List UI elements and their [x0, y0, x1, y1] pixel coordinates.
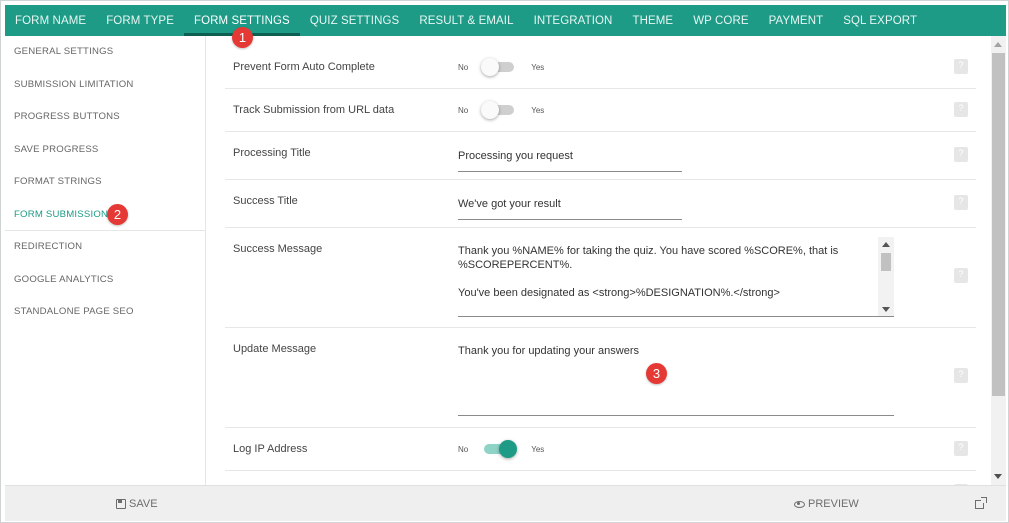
setting-row-processing-title: Processing Title Processing you request — [225, 132, 976, 180]
setting-label: Update Message — [233, 343, 317, 355]
prevent-autocomplete-toggle[interactable] — [481, 57, 517, 77]
tab-quiz-settings[interactable]: QUIZ SETTINGS — [300, 5, 409, 36]
textarea-scrollbar[interactable] — [878, 237, 894, 316]
toggle-no-label: No — [458, 105, 469, 115]
tab-wp-core[interactable]: WP CORE — [683, 5, 758, 36]
processing-title-input[interactable]: Processing you request — [458, 146, 682, 172]
scroll-up-arrow-icon[interactable] — [994, 42, 1002, 47]
preview-button[interactable]: PREVIEW — [794, 486, 859, 522]
setting-row-log-ip: Log IP Address No Yes — [225, 428, 976, 471]
preview-button-label: PREVIEW — [808, 498, 859, 510]
tab-form-name[interactable]: FORM NAME — [5, 5, 96, 36]
floppy-disk-icon — [116, 499, 126, 509]
top-nav: FORM NAME FORM TYPE FORM SETTINGS QUIZ S… — [5, 5, 1006, 36]
open-external-button[interactable] — [975, 486, 987, 522]
success-title-input[interactable]: We've got your result — [458, 194, 682, 220]
setting-label: Prevent Form Auto Complete — [233, 61, 375, 73]
toggle-yes-label: Yes — [531, 444, 545, 454]
success-message-textarea[interactable]: Thank you %NAME% for taking the quiz. Yo… — [458, 237, 894, 317]
setting-label: Processing Title — [233, 147, 311, 159]
help-icon[interactable] — [954, 268, 968, 283]
sidebar-item-save-progress[interactable]: SAVE PROGRESS — [5, 134, 205, 167]
help-icon[interactable] — [954, 102, 968, 117]
footer-bar: SAVE PREVIEW — [5, 485, 1006, 521]
help-icon[interactable] — [954, 59, 968, 74]
log-ip-toggle-group: No Yes — [458, 439, 544, 459]
scroll-down-arrow-icon[interactable] — [994, 474, 1002, 479]
setting-label: Log IP Address — [233, 443, 308, 455]
callout-badge-2: 2 — [107, 204, 128, 225]
toggle-no-label: No — [458, 62, 469, 72]
success-message-line: Thank you %NAME% for taking the quiz. Yo… — [458, 245, 839, 257]
tab-integration[interactable]: INTEGRATION — [524, 5, 623, 36]
scroll-thumb[interactable] — [881, 253, 891, 271]
tab-form-type[interactable]: FORM TYPE — [96, 5, 184, 36]
sidebar-item-general-settings[interactable]: GENERAL SETTINGS — [5, 36, 205, 69]
sidebar-item-form-submission[interactable]: FORM SUBMISSION — [5, 199, 205, 231]
success-message-line: You've been designated as <strong>%DESIG… — [458, 287, 780, 299]
scroll-thumb[interactable] — [992, 53, 1005, 396]
setting-row-track-url: Track Submission from URL data No Yes — [225, 89, 976, 132]
log-ip-toggle[interactable] — [481, 439, 518, 459]
sidebar-item-progress-buttons[interactable]: PROGRESS BUTTONS — [5, 101, 205, 134]
prevent-autocomplete-toggle-group: No Yes — [458, 57, 544, 77]
sidebar-item-format-strings[interactable]: FORMAT STRINGS — [5, 166, 205, 199]
settings-panel: Prevent Form Auto Complete No Yes Track … — [206, 36, 991, 485]
setting-row-prevent-autocomplete: Prevent Form Auto Complete No Yes — [225, 44, 976, 89]
sidebar-item-standalone-page-seo[interactable]: STANDALONE PAGE SEO — [5, 296, 205, 329]
setting-row-success-message: Success Message Thank you %NAME% for tak… — [225, 228, 976, 328]
tab-result-email[interactable]: RESULT & EMAIL — [409, 5, 523, 36]
help-icon[interactable] — [954, 147, 968, 162]
app-frame: FORM NAME FORM TYPE FORM SETTINGS QUIZ S… — [0, 0, 1009, 523]
tab-payment[interactable]: PAYMENT — [759, 5, 834, 36]
save-button[interactable]: SAVE — [116, 486, 158, 522]
track-url-toggle-group: No Yes — [458, 100, 544, 120]
setting-label: Track Submission from URL data — [233, 104, 395, 116]
setting-row-success-title: Success Title We've got your result — [225, 180, 976, 228]
external-link-icon — [975, 496, 987, 509]
toggle-no-label: No — [458, 444, 469, 454]
toggle-yes-label: Yes — [531, 105, 545, 115]
scroll-down-arrow-icon[interactable] — [882, 307, 890, 312]
sidebar-item-submission-limitation[interactable]: SUBMISSION LIMITATION — [5, 69, 205, 102]
save-button-label: SAVE — [129, 498, 158, 510]
eye-icon — [794, 500, 805, 508]
sidebar-item-redirection[interactable]: REDIRECTION — [5, 231, 205, 264]
toggle-yes-label: Yes — [531, 62, 545, 72]
setting-row-next — [225, 471, 976, 485]
help-icon[interactable] — [954, 441, 968, 456]
setting-label: Success Title — [233, 195, 298, 207]
help-icon[interactable] — [954, 368, 968, 383]
settings-sidebar: GENERAL SETTINGS SUBMISSION LIMITATION P… — [5, 36, 206, 485]
scroll-up-arrow-icon[interactable] — [882, 242, 890, 247]
callout-badge-3: 3 — [646, 363, 667, 384]
tab-theme[interactable]: THEME — [622, 5, 683, 36]
tab-sql-export[interactable]: SQL EXPORT — [833, 5, 927, 36]
update-message-textarea[interactable]: Thank you for updating your answers — [458, 344, 894, 416]
setting-label: Success Message — [233, 243, 323, 255]
track-url-toggle[interactable] — [481, 100, 517, 120]
success-message-line: %SCOREPERCENT%. — [458, 259, 573, 271]
callout-badge-1: 1 — [232, 27, 253, 48]
sidebar-item-google-analytics[interactable]: GOOGLE ANALYTICS — [5, 264, 205, 297]
main-scrollbar[interactable] — [991, 36, 1006, 485]
help-icon[interactable] — [954, 195, 968, 210]
setting-row-update-message: Update Message Thank you for updating yo… — [225, 328, 976, 428]
